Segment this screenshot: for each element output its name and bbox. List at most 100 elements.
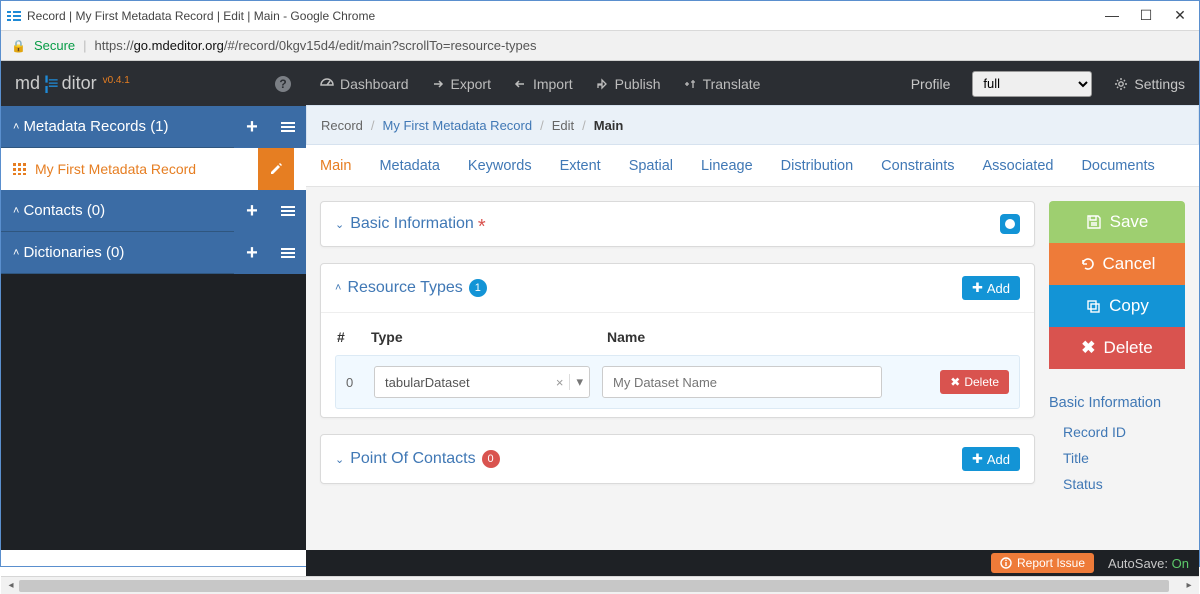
list-metadata-records-button[interactable]	[270, 106, 306, 148]
chevron-down-icon: ⌄	[335, 218, 344, 231]
sidebar: md ¦≡ ditor v0.4.1 ? ˄ Metadata Records …	[1, 61, 306, 550]
window-titlebar: Record | My First Metadata Record | Edit…	[1, 1, 1199, 31]
section-nav-title[interactable]: Title	[1049, 445, 1185, 471]
brand-row: md ¦≡ ditor v0.4.1 ?	[1, 61, 306, 106]
plus-icon: ✚	[972, 451, 983, 467]
grid-icon	[13, 163, 27, 175]
import-icon	[513, 77, 527, 91]
chevron-up-icon: ˄	[335, 282, 341, 294]
nav-settings[interactable]: Settings	[1114, 76, 1185, 92]
section-nav-status[interactable]: Status	[1049, 471, 1185, 497]
crumb-record-name[interactable]: My First Metadata Record	[383, 118, 533, 133]
save-icon	[1086, 214, 1102, 230]
tab-constraints[interactable]: Constraints	[881, 158, 954, 174]
gear-icon	[1114, 77, 1128, 91]
section-nav: Basic Information Record ID Title Status	[1049, 395, 1185, 497]
delete-resource-type-button[interactable]: ✖Delete	[940, 370, 1009, 394]
chevron-up-icon: ˄	[13, 121, 19, 133]
brand-mark-icon: ¦≡	[44, 73, 58, 94]
list-icon	[281, 204, 295, 218]
horizontal-scrollbar[interactable]: ◂ ▸	[1, 576, 1199, 594]
nav-export[interactable]: Export	[431, 76, 491, 92]
add-resource-type-button[interactable]: ✚Add	[962, 276, 1020, 300]
sidebar-item-record[interactable]: My First Metadata Record	[1, 148, 306, 190]
scroll-left-icon[interactable]: ◂	[3, 579, 19, 593]
actions-column: Save Cancel Copy ✖Delete Basic Informati…	[1049, 187, 1199, 550]
profile-select[interactable]: full	[972, 71, 1092, 97]
crumb-edit: Edit	[552, 118, 574, 133]
chevron-down-icon[interactable]: ▾	[569, 374, 583, 390]
section-nav-record-id[interactable]: Record ID	[1049, 419, 1185, 445]
help-icon[interactable]: ?	[274, 75, 292, 93]
svg-text:?: ?	[279, 77, 286, 91]
tab-distribution[interactable]: Distribution	[781, 158, 854, 174]
chevron-up-icon: ˄	[13, 205, 19, 217]
save-button[interactable]: Save	[1049, 201, 1185, 243]
add-contact-panel-button[interactable]: ✚Add	[962, 447, 1020, 471]
resource-types-count-badge: 1	[469, 279, 487, 297]
url-text[interactable]: https://go.mdeditor.org/#/record/0kgv15d…	[95, 38, 537, 53]
clear-select-icon[interactable]: ×	[550, 375, 570, 390]
tabs: Main Metadata Keywords Extent Spatial Li…	[306, 145, 1199, 187]
tab-documents[interactable]: Documents	[1081, 158, 1154, 174]
nav-import[interactable]: Import	[513, 76, 573, 92]
panel-resource-types-header[interactable]: ˄ Resource Types 1 ✚Add	[321, 264, 1034, 312]
scroll-thumb[interactable]	[19, 580, 1169, 592]
publish-icon	[595, 77, 609, 91]
plus-icon: ✚	[972, 280, 983, 296]
resource-type-row: 0 tabularDataset × ▾ ✖Delete	[335, 355, 1020, 409]
chevron-up-icon: ˄	[13, 247, 19, 259]
sidebar-section-metadata-records[interactable]: ˄ Metadata Records (1)	[1, 106, 234, 148]
nav-dashboard[interactable]: Dashboard	[320, 76, 409, 92]
lock-icon: 🔒	[11, 39, 26, 53]
window-title: Record | My First Metadata Record | Edit…	[27, 9, 1105, 23]
add-metadata-record-button[interactable]: +	[234, 106, 270, 148]
sidebar-section-contacts[interactable]: ˄ Contacts (0)	[1, 190, 234, 232]
tab-keywords[interactable]: Keywords	[468, 158, 532, 174]
tab-spatial[interactable]: Spatial	[629, 158, 673, 174]
delete-button[interactable]: ✖Delete	[1049, 327, 1185, 369]
resource-name-input[interactable]	[602, 366, 882, 398]
panel-point-of-contacts: ⌄ Point Of Contacts 0 ✚Add	[320, 434, 1035, 484]
tab-metadata[interactable]: Metadata	[379, 158, 439, 174]
edit-record-button[interactable]	[258, 148, 294, 190]
window-minimize-icon[interactable]: —	[1105, 7, 1119, 24]
secure-label: Secure	[34, 38, 75, 53]
crumb-main: Main	[594, 118, 624, 133]
add-contact-button[interactable]: +	[234, 190, 270, 232]
nav-translate[interactable]: Translate	[683, 76, 761, 92]
list-contacts-button[interactable]	[270, 190, 306, 232]
breadcrumb: Record / My First Metadata Record / Edit…	[306, 105, 1199, 145]
resource-types-columns: # Type Name	[335, 323, 1020, 355]
times-icon: ✖	[950, 375, 960, 389]
content-scroll[interactable]: ⌄ Basic Information * ˄ Resource Types 1…	[306, 187, 1049, 550]
copy-button[interactable]: Copy	[1049, 285, 1185, 327]
panel-basic-information-header[interactable]: ⌄ Basic Information *	[321, 202, 1034, 246]
list-dictionaries-button[interactable]	[270, 232, 306, 274]
window-maximize-icon[interactable]: ☐	[1139, 7, 1153, 24]
sidebar-item-label: My First Metadata Record	[35, 161, 258, 177]
section-marker-icon[interactable]	[1000, 214, 1020, 234]
resource-type-select[interactable]: tabularDataset × ▾	[374, 366, 590, 398]
nav-publish[interactable]: Publish	[595, 76, 661, 92]
brand-logo[interactable]: md ¦≡ ditor v0.4.1	[15, 73, 130, 94]
tab-main[interactable]: Main	[320, 158, 351, 174]
tab-lineage[interactable]: Lineage	[701, 158, 753, 174]
row-index: 0	[346, 375, 362, 390]
scroll-right-icon[interactable]: ▸	[1181, 579, 1197, 593]
top-nav: Dashboard Export Import Publish Translat…	[306, 61, 1199, 106]
cancel-button[interactable]: Cancel	[1049, 243, 1185, 285]
copy-icon	[1085, 298, 1101, 314]
tab-associated[interactable]: Associated	[983, 158, 1054, 174]
tab-extent[interactable]: Extent	[560, 158, 601, 174]
report-issue-button[interactable]: Report Issue	[991, 553, 1094, 573]
chevron-down-icon: ⌄	[335, 453, 344, 466]
panel-point-of-contacts-header[interactable]: ⌄ Point Of Contacts 0 ✚Add	[321, 435, 1034, 483]
add-dictionary-button[interactable]: +	[234, 232, 270, 274]
browser-address-bar: 🔒 Secure | https://go.mdeditor.org/#/rec…	[1, 31, 1199, 61]
footer-bar: Report Issue AutoSave: On	[306, 550, 1199, 576]
section-nav-basic-information[interactable]: Basic Information	[1049, 395, 1185, 411]
info-icon	[1000, 557, 1012, 569]
sidebar-section-dictionaries[interactable]: ˄ Dictionaries (0)	[1, 232, 234, 274]
window-close-icon[interactable]: ✕	[1173, 7, 1187, 24]
